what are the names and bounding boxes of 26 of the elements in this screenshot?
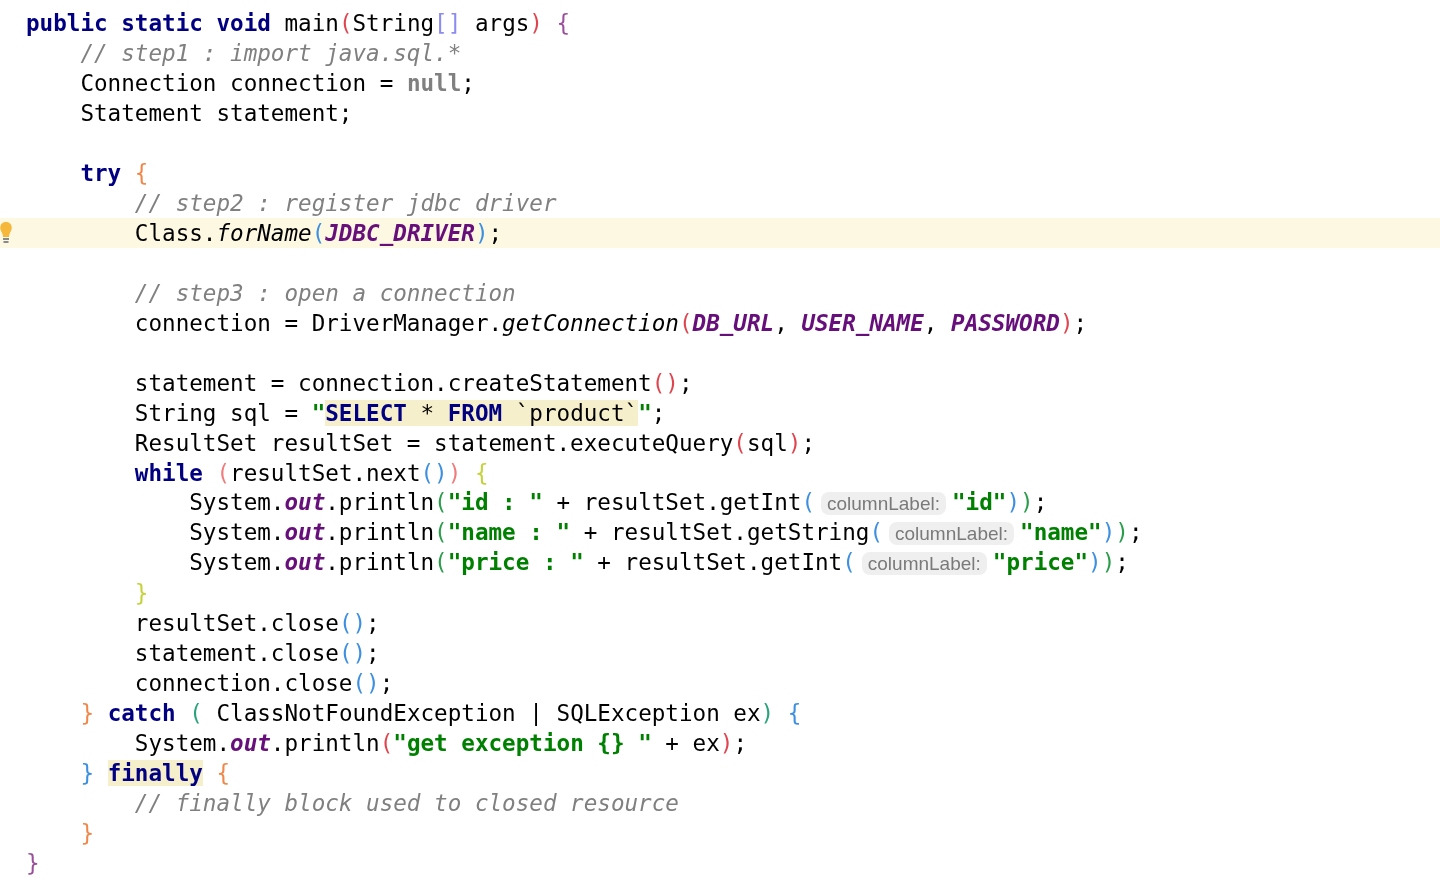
code-line: String sql = "SELECT * FROM `product`"; xyxy=(133,399,666,428)
code-line: resultSet.close(); xyxy=(133,609,380,638)
code-line: // finally block used to closed resource xyxy=(133,789,679,818)
code-line: System.out.println("name : " + resultSet.getString( columnLabel: "name")); xyxy=(188,518,1143,547)
code-line: // step1 : import java.sql.* xyxy=(79,39,462,68)
code-line: connection = DriverManager.getConnection(DB_URL, USER_NAME, PASSWORD); xyxy=(133,309,1088,338)
code-line: ResultSet resultSet = statement.executeQuery(sql); xyxy=(133,429,815,458)
code-line: statement = connection.createStatement(); xyxy=(133,369,693,398)
code-line: System.out.println("get exception {} " + ex); xyxy=(133,729,747,758)
code-line: connection.close(); xyxy=(133,669,394,698)
lightbulb-icon[interactable] xyxy=(0,220,12,246)
code-line: // step3 : open a connection xyxy=(133,279,516,308)
code-line: System.out.println("price : " + resultSet.getInt( columnLabel: "price")); xyxy=(188,548,1129,577)
code-line: } xyxy=(79,819,94,848)
code-line: public static void main(String[] args) { xyxy=(26,9,571,38)
code-line: // step2 : register jdbc driver xyxy=(133,189,557,218)
code-line: Connection connection = null; xyxy=(79,69,475,98)
code-line: } catch ( ClassNotFoundException | SQLException ex) { xyxy=(79,699,802,728)
code-line: statement.close(); xyxy=(133,639,380,668)
code-line: } xyxy=(26,849,40,878)
code-line: Statement statement; xyxy=(79,99,353,128)
code-line: try { xyxy=(79,159,149,188)
code-line: while (resultSet.next()) { xyxy=(133,459,489,488)
code-line: Class.forName(JDBC_DRIVER); xyxy=(133,219,503,248)
code-line: } xyxy=(133,579,149,608)
code-line: System.out.println("id : " + resultSet.getInt( columnLabel: "id")); xyxy=(188,488,1048,517)
